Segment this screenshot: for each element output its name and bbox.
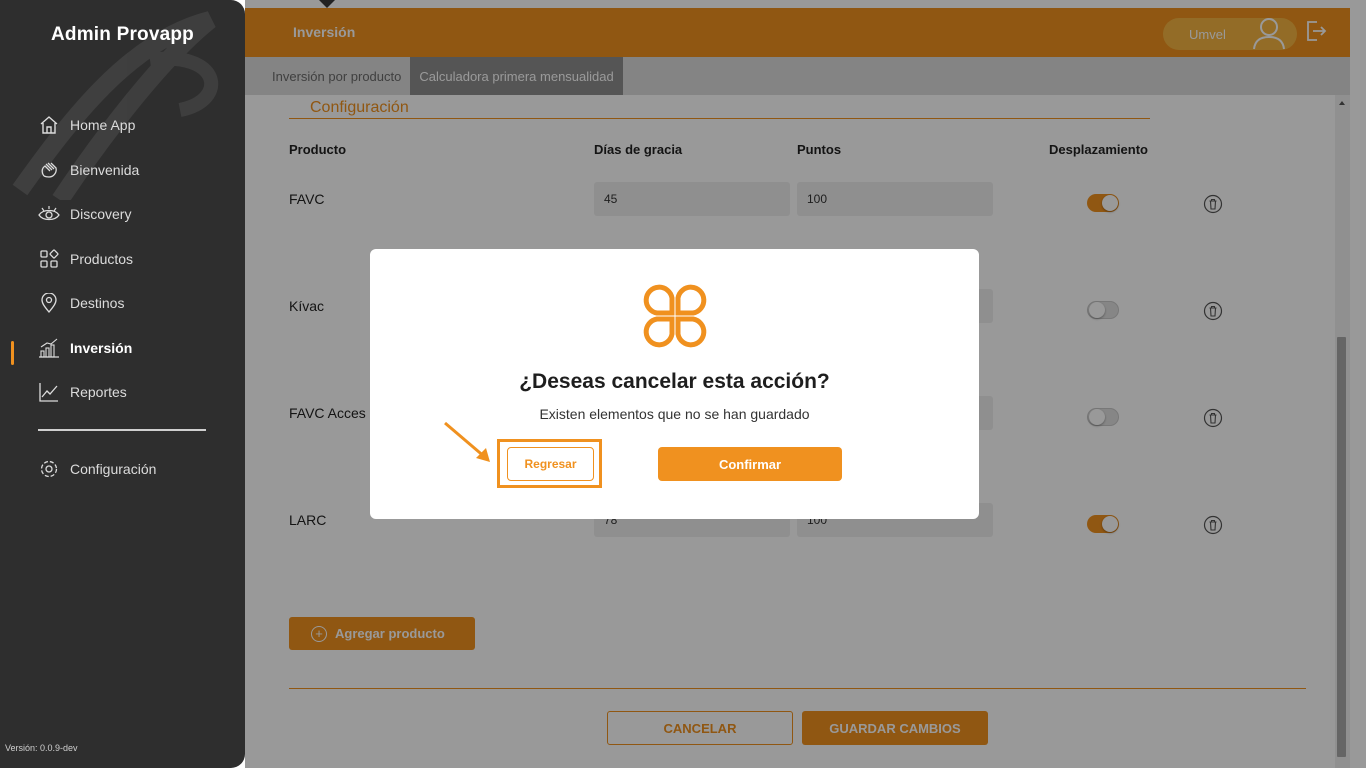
sidebar-item-home-app[interactable]: Home App xyxy=(38,113,135,137)
dialog-title: ¿Deseas cancelar esta acción? xyxy=(519,370,830,393)
sidebar-item-label: Bienvenida xyxy=(70,162,140,178)
sidebar-item-productos[interactable]: Productos xyxy=(38,247,133,271)
sidebar-divider xyxy=(38,429,206,431)
confirm-button[interactable]: Confirmar xyxy=(658,447,842,481)
annotation-arrow-icon xyxy=(444,421,490,462)
sidebar-item-destinos[interactable]: Destinos xyxy=(38,291,124,315)
sidebar-item-bienvenida[interactable]: Bienvenida xyxy=(38,158,139,182)
sidebar-item-discovery[interactable]: Discovery xyxy=(38,202,131,226)
map-pin-icon xyxy=(38,292,60,314)
back-button[interactable]: Regresar xyxy=(507,447,594,481)
sidebar-item-configuracion[interactable]: Configuración xyxy=(38,457,156,481)
gear-icon xyxy=(38,458,60,480)
sidebar-item-label: Reportes xyxy=(70,384,127,400)
clover-logo-icon xyxy=(643,284,707,348)
sidebar-item-inversion[interactable]: Inversión xyxy=(38,336,132,360)
sidebar: Admin Provapp Home App Bienvenida Discov… xyxy=(0,0,245,768)
app-version: Versión: 0.0.9-dev xyxy=(5,743,78,753)
waving-hand-icon xyxy=(38,159,60,181)
sidebar-item-label: Productos xyxy=(70,251,134,267)
sidebar-item-label: Destinos xyxy=(70,295,125,311)
sidebar-item-label: Configuración xyxy=(70,461,157,477)
grid-icon xyxy=(38,248,60,270)
sidebar-item-label: Discovery xyxy=(70,206,132,222)
bar-chart-icon xyxy=(38,337,60,359)
confirm-dialog: ¿Deseas cancelar esta acción? Existen el… xyxy=(370,249,979,519)
sidebar-item-reportes[interactable]: Reportes xyxy=(38,380,127,404)
eye-icon xyxy=(38,203,60,225)
line-chart-icon xyxy=(38,381,60,403)
app-brand: Admin Provapp xyxy=(50,24,194,45)
sidebar-item-label: Inversión xyxy=(70,340,133,356)
home-icon xyxy=(38,114,60,136)
sidebar-item-label: Home App xyxy=(70,117,136,133)
active-indicator xyxy=(11,341,14,365)
